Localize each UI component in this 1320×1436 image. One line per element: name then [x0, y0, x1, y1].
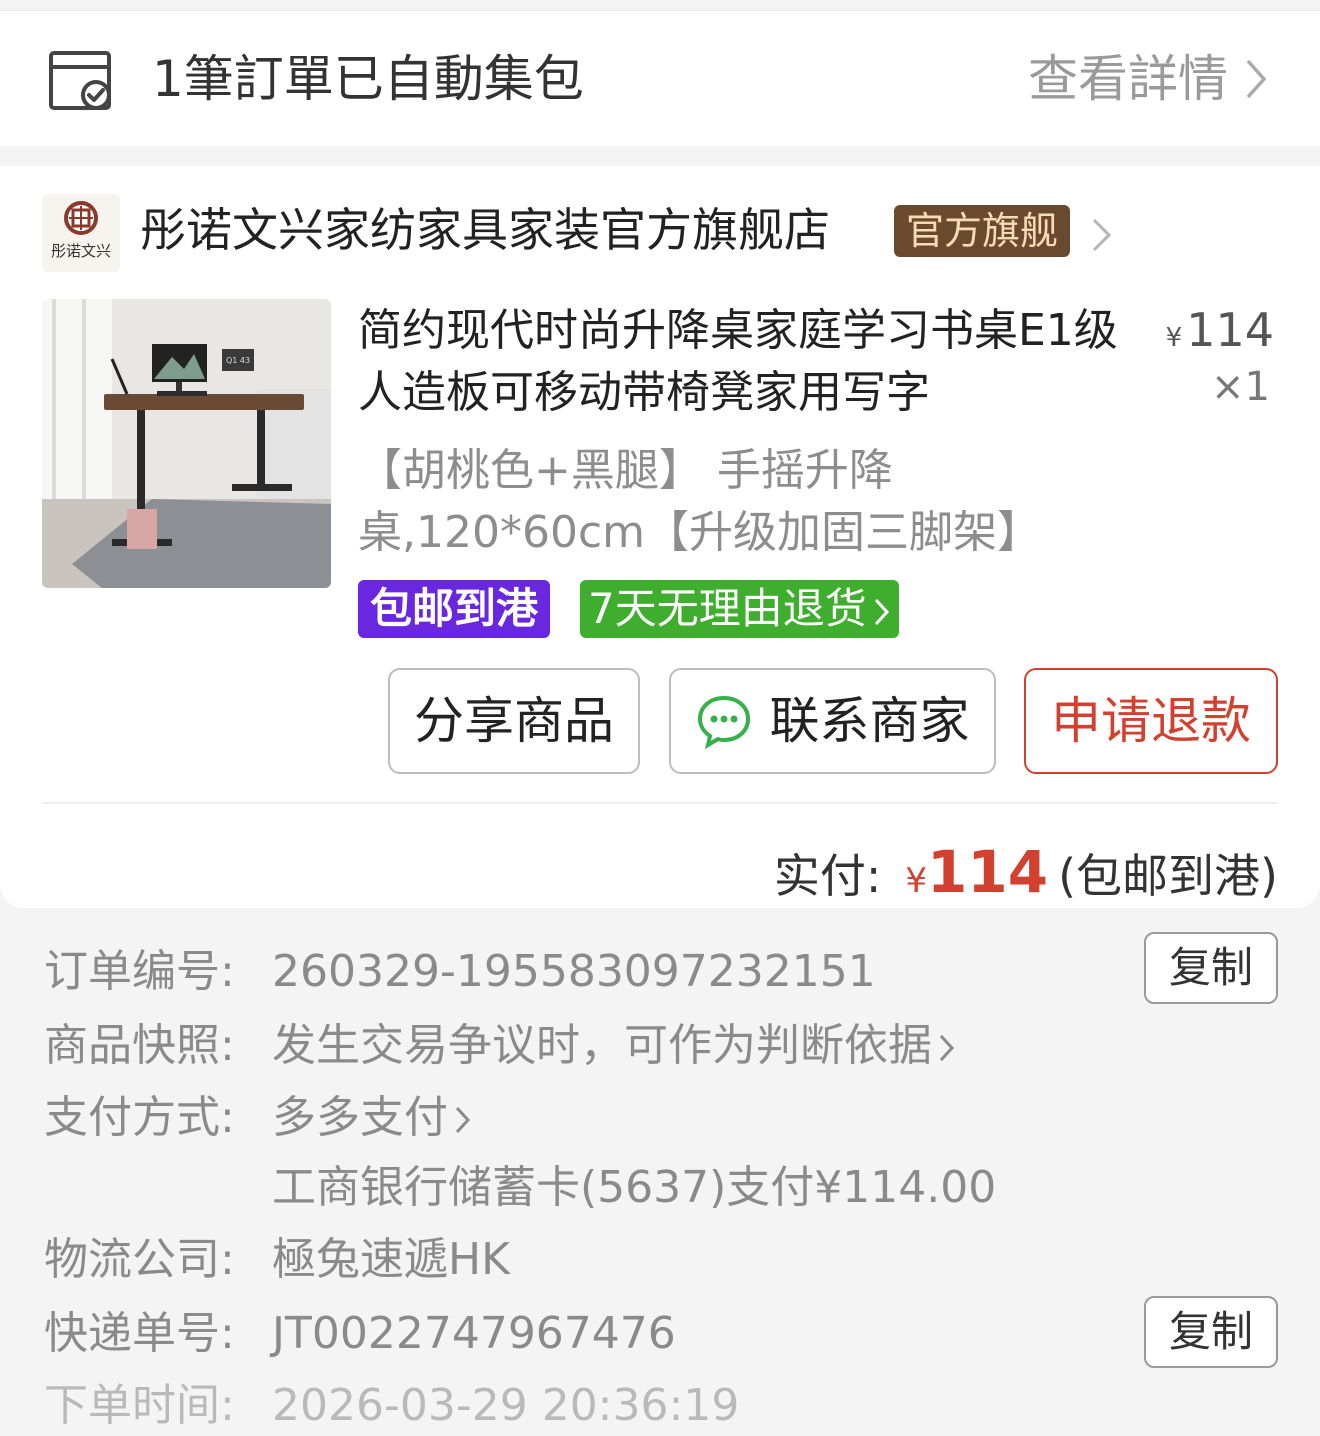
shop-chevron-right-icon[interactable] [1090, 216, 1114, 254]
product-image[interactable]: Q1 43 [42, 299, 331, 588]
amount-paid-value: 114 [927, 838, 1049, 906]
request-refund-button[interactable]: 申请退款 [1024, 668, 1278, 774]
official-store-badge: 官方旗舰 [894, 205, 1071, 257]
amount-paid-currency: ¥ [905, 861, 928, 901]
desk-product-photo: Q1 43 [42, 299, 331, 588]
order-time-label: 下单时间: [44, 1380, 235, 1431]
product-title[interactable]: 简约现代时尚升降桌家庭学习书桌E1级人造板可移动带椅凳家用写字 [358, 300, 1148, 424]
product-quantity: ×1 [1211, 364, 1270, 410]
price-currency: ¥ [1165, 323, 1183, 353]
price-value: 114 [1186, 303, 1274, 357]
logistics-value: 極兔速遞HK [272, 1234, 510, 1285]
share-product-button[interactable]: 分享商品 [388, 668, 640, 774]
product-spec: 【胡桃色+黑腿】 手摇升降桌,120*60cm【升级加固三脚架】 [358, 445, 1042, 558]
copy-tracking-number-button[interactable]: 复制 [1144, 1296, 1278, 1368]
return-tag-label: 7天无理由退货 [588, 584, 867, 633]
view-details-link[interactable]: 查看詳情 [1028, 49, 1270, 109]
seven-day-return-tag[interactable]: 7天无理由退货 [580, 580, 899, 638]
order-card: 彤诺文兴 彤诺文兴家纺家具家装官方旗舰店 官方旗舰 Q1 43 简约现代时尚升降… [0, 166, 1320, 908]
return-chevron-right-icon [874, 598, 889, 625]
snapshot-value: 发生交易争议时，可作为判断依据 [272, 1016, 956, 1076]
free-shipping-hk-tag: 包邮到港 [358, 580, 551, 638]
payment-method-label: 支付方式: [44, 1092, 235, 1143]
copy-order-number-button[interactable]: 复制 [1144, 932, 1278, 1004]
contact-seller-button[interactable]: 联系商家 [669, 668, 996, 774]
shop-logo[interactable]: 彤诺文兴 [42, 194, 120, 272]
payment-chevron-right-icon [455, 1106, 471, 1134]
logistics-label: 物流公司: [44, 1234, 235, 1285]
shop-logo-emblem-icon: 彤诺文兴 [51, 201, 111, 260]
top-strip [0, 0, 1320, 10]
screen-clock-text: Q1 43 [226, 356, 250, 365]
snapshot-text: 发生交易争议时，可作为判断依据 [272, 1020, 932, 1071]
shop-name[interactable]: 彤诺文兴家纺家具家装官方旗舰店 [140, 198, 830, 262]
order-number-value: 260329-195583097232151 [272, 946, 876, 997]
amount-paid-row: 实付: ¥ 114 (包邮到港) [774, 840, 1278, 913]
product-price: ¥114 [1166, 302, 1274, 366]
amount-paid-note: (包邮到港) [1058, 849, 1278, 903]
bundle-status-text: 1筆訂單已自動集包 [152, 50, 584, 108]
tracking-label: 快递单号: [44, 1308, 235, 1359]
order-time-value: 2026-03-29 20:36:19 [272, 1380, 740, 1431]
chevron-right-icon [1246, 59, 1267, 99]
package-check-icon [49, 51, 111, 110]
payment-detail-value: 工商银行储蓄卡(5637)支付¥114.00 [272, 1162, 997, 1213]
view-details-label: 查看詳情 [1028, 50, 1228, 108]
payment-method-text: 多多支付 [272, 1092, 448, 1143]
order-number-label: 订单编号: [44, 946, 235, 997]
payment-method-value: 多多支付 [272, 1088, 472, 1148]
chat-bubble-icon [697, 695, 750, 749]
divider [42, 802, 1278, 804]
amount-paid-label: 实付: [773, 849, 882, 903]
tracking-value: JT0022747967476 [272, 1308, 676, 1359]
snapshot-label: 商品快照: [44, 1020, 235, 1071]
contact-seller-label: 联系商家 [769, 692, 970, 750]
bundle-notice-card[interactable]: 1筆訂單已自動集包 查看詳情 [0, 10, 1320, 146]
snapshot-chevron-right-icon [939, 1034, 955, 1062]
shop-logo-text: 彤诺文兴 [51, 242, 111, 260]
